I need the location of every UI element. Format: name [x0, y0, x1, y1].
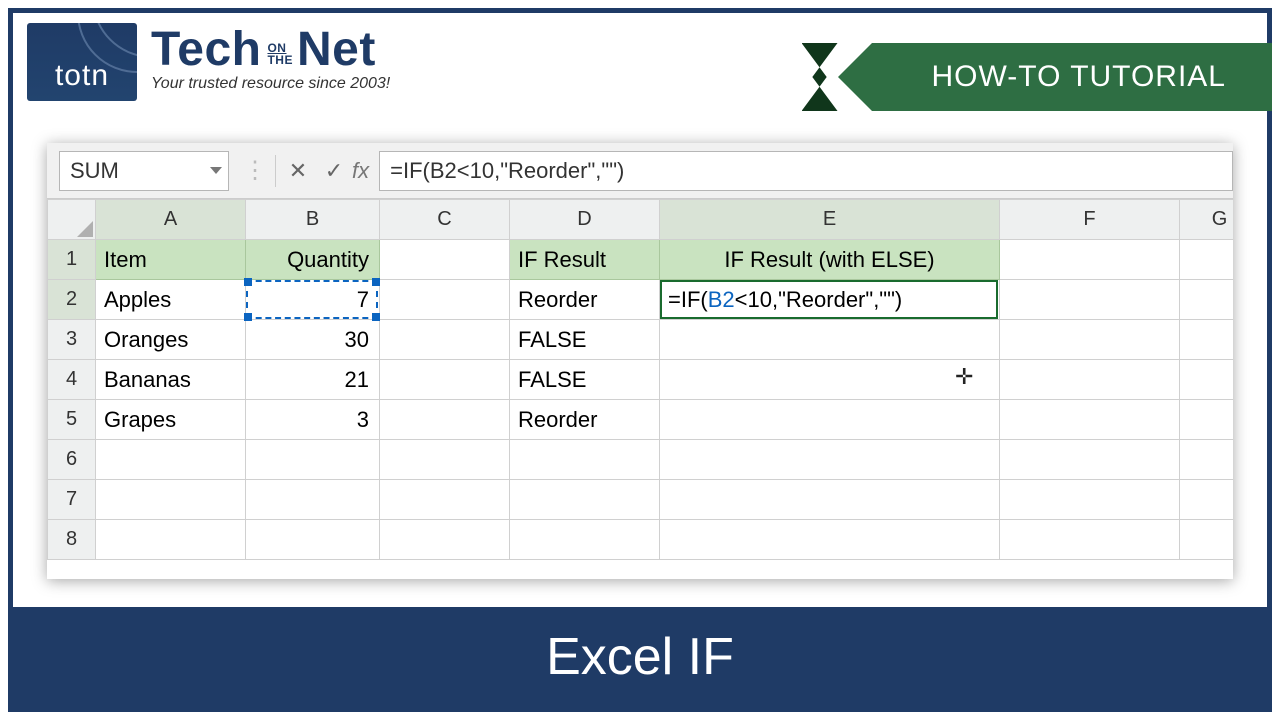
row-header-5[interactable]: 5: [48, 400, 96, 440]
cell-D4[interactable]: FALSE: [510, 360, 660, 400]
logo-abbr: totn: [55, 59, 109, 93]
cell-G5[interactable]: [1180, 400, 1234, 440]
cell-E3[interactable]: [660, 320, 1000, 360]
cell-A1[interactable]: Item: [96, 240, 246, 280]
cell-D5[interactable]: Reorder: [510, 400, 660, 440]
cell-F2[interactable]: [1000, 280, 1180, 320]
footer-title: Excel IF: [546, 627, 734, 687]
cell-C1[interactable]: [380, 240, 510, 280]
name-box-value: SUM: [70, 158, 119, 184]
brand-tagline: Your trusted resource since 2003!: [151, 75, 390, 93]
cell-D3[interactable]: FALSE: [510, 320, 660, 360]
cell-G1[interactable]: [1180, 240, 1234, 280]
cell-F4[interactable]: [1000, 360, 1180, 400]
page-frame: totn Tech ON THE Net Your trusted resour…: [8, 8, 1272, 712]
cell-C5[interactable]: [380, 400, 510, 440]
brand-main: Tech ON THE Net: [151, 27, 390, 73]
cell-B2[interactable]: 7: [246, 280, 380, 320]
tutorial-ribbon: HOW-TO TUTORIAL: [872, 43, 1272, 111]
cell-B3[interactable]: 30: [246, 320, 380, 360]
excel-window: SUM ⋮ ✕ ✓ fx =IF(B2<10,"Reorder",""): [47, 143, 1233, 579]
cell-C4[interactable]: [380, 360, 510, 400]
cell-F3[interactable]: [1000, 320, 1180, 360]
separator-dots-icon: ⋮: [239, 156, 271, 185]
cell-E1[interactable]: IF Result (with ELSE): [660, 240, 1000, 280]
footer-bar: Excel IF: [13, 607, 1267, 707]
spreadsheet-grid[interactable]: A B C D E F G 1 Item Quantity: [47, 199, 1233, 579]
cell-D2[interactable]: Reorder: [510, 280, 660, 320]
cell-F5[interactable]: [1000, 400, 1180, 440]
cell-E5[interactable]: [660, 400, 1000, 440]
cancel-icon[interactable]: ✕: [280, 158, 316, 184]
row-header-3[interactable]: 3: [48, 320, 96, 360]
accept-icon[interactable]: ✓: [316, 158, 352, 184]
cell-D1[interactable]: IF Result: [510, 240, 660, 280]
formula-bar: SUM ⋮ ✕ ✓ fx =IF(B2<10,"Reorder",""): [47, 143, 1233, 199]
col-header-F[interactable]: F: [1000, 200, 1180, 240]
row-header-8[interactable]: 8: [48, 520, 96, 560]
brand-block: Tech ON THE Net Your trusted resource si…: [151, 27, 390, 93]
cell-A5[interactable]: Grapes: [96, 400, 246, 440]
row-header-6[interactable]: 6: [48, 440, 96, 480]
cell-G4[interactable]: [1180, 360, 1234, 400]
cell-C3[interactable]: [380, 320, 510, 360]
cell-E4[interactable]: [660, 360, 1000, 400]
cell-A4[interactable]: Bananas: [96, 360, 246, 400]
formula-text: =IF(B2<10,"Reorder",""): [390, 158, 624, 184]
cell-A2[interactable]: Apples: [96, 280, 246, 320]
row-header-7[interactable]: 7: [48, 480, 96, 520]
cell-G2[interactable]: [1180, 280, 1234, 320]
totn-logo: totn: [27, 23, 137, 101]
cell-B5[interactable]: 3: [246, 400, 380, 440]
formula-input[interactable]: =IF(B2<10,"Reorder",""): [379, 151, 1233, 191]
cell-E2-formula: =IF(B2<10,"Reorder",""): [668, 287, 902, 312]
select-all-corner[interactable]: [48, 200, 96, 240]
col-header-G[interactable]: G: [1180, 200, 1234, 240]
cell-C2[interactable]: [380, 280, 510, 320]
row-header-1[interactable]: 1: [48, 240, 96, 280]
col-header-E[interactable]: E: [660, 200, 1000, 240]
col-header-D[interactable]: D: [510, 200, 660, 240]
col-header-B[interactable]: B: [246, 200, 380, 240]
chevron-down-icon[interactable]: [210, 167, 222, 174]
cell-B4[interactable]: 21: [246, 360, 380, 400]
cell-E2[interactable]: =IF(B2<10,"Reorder",""): [660, 280, 1000, 320]
cell-F1[interactable]: [1000, 240, 1180, 280]
col-header-C[interactable]: C: [380, 200, 510, 240]
cell-A3[interactable]: Oranges: [96, 320, 246, 360]
row-header-4[interactable]: 4: [48, 360, 96, 400]
name-box[interactable]: SUM: [59, 151, 229, 191]
cell-B1[interactable]: Quantity: [246, 240, 380, 280]
cell-G3[interactable]: [1180, 320, 1234, 360]
fx-label[interactable]: fx: [352, 158, 379, 184]
row-header-2[interactable]: 2: [48, 280, 96, 320]
col-header-A[interactable]: A: [96, 200, 246, 240]
